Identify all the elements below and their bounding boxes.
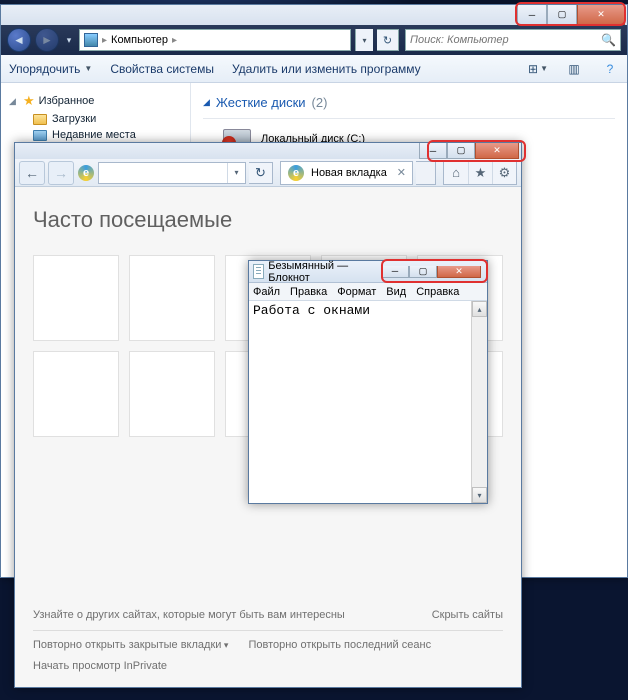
notepad-menubar: Файл Правка Формат Вид Справка	[249, 283, 487, 301]
notepad-icon	[253, 264, 264, 279]
explorer-titlebar[interactable]: ─ ▢ ✕	[1, 5, 627, 25]
collapse-icon: ◢	[9, 96, 19, 107]
tools-button[interactable]: ⚙	[492, 162, 516, 184]
collapse-icon: ◢	[203, 97, 210, 108]
section-title: Жесткие диски	[216, 95, 306, 110]
menu-file[interactable]: Файл	[253, 286, 280, 298]
section-count: (2)	[312, 95, 328, 110]
breadcrumb-item[interactable]: Компьютер	[111, 34, 168, 46]
uninstall-program-button[interactable]: Удалить или изменить программу	[232, 62, 421, 76]
site-tile[interactable]	[33, 255, 119, 341]
explorer-toolbar: Упорядочить▼ Свойства системы Удалить ил…	[1, 55, 627, 83]
sidebar-favorites[interactable]: ◢ ★ Избранное	[5, 91, 186, 111]
reopen-closed-tabs-link[interactable]: Повторно открыть закрытые вкладки	[33, 635, 228, 656]
breadcrumb-separator-icon: ▸	[172, 35, 177, 46]
ie-address-bar[interactable]: ▾	[98, 162, 246, 184]
computer-icon	[84, 33, 98, 47]
scroll-down-icon[interactable]: ▾	[472, 487, 487, 503]
forward-button[interactable]: ►	[35, 28, 59, 52]
favorites-button[interactable]: ★	[468, 162, 492, 184]
menu-edit[interactable]: Правка	[290, 286, 327, 298]
help-button[interactable]: ?	[601, 60, 619, 78]
breadcrumb-separator-icon: ▸	[102, 35, 107, 46]
maximize-button[interactable]: ▢	[409, 266, 437, 278]
minimize-button[interactable]: ─	[381, 266, 409, 278]
scroll-up-icon[interactable]: ▴	[472, 301, 487, 317]
system-properties-button[interactable]: Свойства системы	[110, 62, 214, 76]
site-tile[interactable]	[129, 255, 215, 341]
address-dropdown[interactable]: ▾	[227, 163, 245, 183]
uninstall-label: Удалить или изменить программу	[232, 62, 421, 76]
history-dropdown[interactable]: ▾	[63, 31, 75, 49]
search-box[interactable]: 🔍	[405, 29, 621, 51]
back-button[interactable]: ◄	[7, 28, 31, 52]
minimize-button[interactable]: ─	[517, 5, 547, 25]
minimize-button[interactable]: ─	[419, 143, 447, 159]
recent-label: Недавние места	[52, 129, 136, 141]
close-button[interactable]: ✕	[475, 143, 519, 159]
maximize-button[interactable]: ▢	[447, 143, 475, 159]
scrollbar[interactable]: ▴ ▾	[471, 301, 487, 503]
explorer-nav: ◄ ► ▾ ▸ Компьютер ▸ ▾ ↻ 🔍	[1, 25, 627, 55]
reopen-last-session-link[interactable]: Повторно открыть последний сеанс	[248, 635, 431, 656]
star-icon: ★	[23, 93, 35, 109]
new-tab-button[interactable]	[416, 161, 436, 185]
browser-tab[interactable]: Новая вкладка ✕	[280, 161, 413, 185]
search-icon: 🔍	[601, 33, 616, 47]
sidebar-item-downloads[interactable]: Загрузки	[5, 111, 186, 127]
tab-label: Новая вкладка	[311, 167, 387, 179]
close-button[interactable]: ✕	[437, 266, 481, 278]
close-button[interactable]: ✕	[577, 5, 625, 25]
tab-close-icon[interactable]: ✕	[397, 166, 406, 179]
discover-sites-link[interactable]: Узнайте о других сайтах, которые могут б…	[33, 605, 345, 626]
view-options-button[interactable]: ⊞▼	[529, 60, 547, 78]
menu-format[interactable]: Формат	[337, 286, 376, 298]
address-bar[interactable]: ▸ Компьютер ▸	[79, 29, 351, 51]
hard-disks-section[interactable]: ◢ Жесткие диски (2)	[203, 91, 615, 118]
ie-footer: Узнайте о других сайтах, которые могут б…	[33, 605, 503, 677]
menu-help[interactable]: Справка	[416, 286, 459, 298]
ie-titlebar[interactable]: ─ ▢ ✕	[15, 143, 521, 159]
menu-view[interactable]: Вид	[386, 286, 406, 298]
refresh-button[interactable]: ↻	[377, 29, 399, 51]
window-title: Безымянный — Блокнот	[268, 260, 373, 284]
downloads-label: Загрузки	[52, 113, 96, 125]
page-title: Часто посещаемые	[33, 207, 503, 233]
notepad-titlebar[interactable]: Безымянный — Блокнот ─ ▢ ✕	[249, 261, 487, 283]
address-dropdown[interactable]: ▾	[355, 29, 373, 51]
refresh-button[interactable]: ↻	[249, 162, 273, 184]
folder-icon	[33, 114, 47, 125]
notepad-body: Работа с окнами ▴ ▾	[249, 301, 487, 503]
text-area[interactable]: Работа с окнами	[249, 301, 471, 503]
ie-logo-icon	[287, 164, 305, 182]
properties-label: Свойства системы	[110, 62, 214, 76]
preview-pane-button[interactable]: ▥	[565, 60, 583, 78]
back-button[interactable]: ←	[19, 161, 45, 185]
ie-logo-icon	[77, 164, 95, 182]
ie-nav-bar: ← → ▾ ↻ Новая вкладка ✕ ⌂ ★ ⚙	[15, 159, 521, 187]
organize-menu[interactable]: Упорядочить▼	[9, 62, 92, 76]
forward-button[interactable]: →	[48, 161, 74, 185]
organize-label: Упорядочить	[9, 62, 80, 76]
folder-icon	[33, 130, 47, 141]
hide-sites-link[interactable]: Скрыть сайты	[432, 605, 503, 626]
site-tile[interactable]	[129, 351, 215, 437]
site-tile[interactable]	[33, 351, 119, 437]
sidebar-item-recent[interactable]: Недавние места	[5, 127, 186, 143]
search-input[interactable]	[410, 34, 601, 46]
favorites-label: Избранное	[39, 95, 95, 107]
inprivate-link[interactable]: Начать просмотр InPrivate	[33, 660, 167, 672]
notepad-window: Безымянный — Блокнот ─ ▢ ✕ Файл Правка Ф…	[248, 260, 488, 504]
home-button[interactable]: ⌂	[444, 162, 468, 184]
maximize-button[interactable]: ▢	[547, 5, 577, 25]
